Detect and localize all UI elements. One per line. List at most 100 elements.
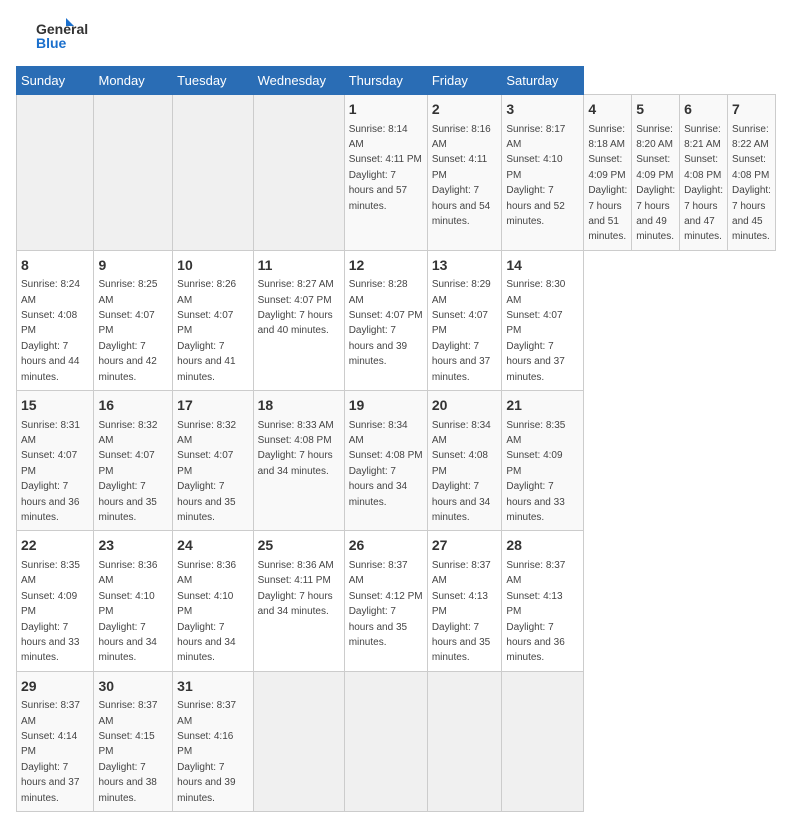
header-cell-friday: Friday [427,67,502,95]
day-number: 21 [506,396,579,416]
calendar-cell [344,671,427,811]
day-number: 24 [177,536,248,556]
day-detail: Sunrise: 8:21 AMSunset: 4:08 PMDaylight:… [684,124,723,243]
week-row-2: 15 Sunrise: 8:31 AMSunset: 4:07 PMDayligh… [17,391,776,531]
logo: General Blue [16,16,96,56]
day-number: 6 [684,100,723,120]
week-row-3: 22Sunrise: 8:35 AMSunset: 4:09 PMDayligh… [17,531,776,671]
calendar-cell: 7 Sunrise: 8:22 AMSunset: 4:08 PMDaylight… [728,95,776,251]
calendar-header: SundayMondayTuesdayWednesdayThursdayFrid… [17,67,776,95]
calendar-cell: 27Sunrise: 8:37 AMSunset: 4:13 PMDayligh… [427,531,502,671]
day-detail: Sunrise: 8:27 AMSunset: 4:07 PMDaylight:… [258,279,334,336]
header-cell-monday: Monday [94,67,173,95]
header-row: SundayMondayTuesdayWednesdayThursdayFrid… [17,67,776,95]
svg-text:Blue: Blue [36,35,67,51]
day-detail: Sunrise: 8:20 AMSunset: 4:09 PMDaylight:… [636,124,675,243]
day-number: 4 [588,100,627,120]
calendar-cell: 29 Sunrise: 8:37 AMSunset: 4:14 PMDayligh… [17,671,94,811]
calendar-cell: 22Sunrise: 8:35 AMSunset: 4:09 PMDayligh… [17,531,94,671]
calendar-cell [253,671,344,811]
calendar-cell [253,95,344,251]
day-number: 25 [258,536,340,556]
day-detail: Sunrise: 8:14 AMSunset: 4:11 PMDaylight:… [349,124,422,212]
day-detail: Sunrise: 8:36 AMSunset: 4:11 PMDaylight:… [258,560,334,617]
day-number: 18 [258,396,340,416]
day-number: 19 [349,396,423,416]
calendar-cell: 2Sunrise: 8:16 AMSunset: 4:11 PMDaylight… [427,95,502,251]
header-cell-wednesday: Wednesday [253,67,344,95]
calendar-cell: 17 Sunrise: 8:32 AMSunset: 4:07 PMDayligh… [173,391,253,531]
day-number: 22 [21,536,89,556]
day-detail: Sunrise: 8:22 AMSunset: 4:08 PMDaylight:… [732,124,771,243]
day-number: 29 [21,677,89,697]
calendar-cell [94,95,173,251]
day-detail: Sunrise: 8:25 AMSunset: 4:07 PMDaylight:… [98,279,157,382]
day-number: 12 [349,256,423,276]
calendar-cell: 19 Sunrise: 8:34 AMSunset: 4:08 PMDayligh… [344,391,427,531]
calendar-cell: 13 Sunrise: 8:29 AMSunset: 4:07 PMDayligh… [427,250,502,390]
header-cell-tuesday: Tuesday [173,67,253,95]
day-number: 8 [21,256,89,276]
calendar-cell: 6 Sunrise: 8:21 AMSunset: 4:08 PMDaylight… [680,95,728,251]
calendar-cell: 20Sunrise: 8:34 AMSunset: 4:08 PMDayligh… [427,391,502,531]
day-detail: Sunrise: 8:37 AMSunset: 4:15 PMDaylight:… [98,700,157,803]
day-number: 27 [432,536,498,556]
calendar-cell: 15 Sunrise: 8:31 AMSunset: 4:07 PMDayligh… [17,391,94,531]
day-detail: Sunrise: 8:26 AMSunset: 4:07 PMDaylight:… [177,279,236,382]
day-number: 9 [98,256,168,276]
day-detail: Sunrise: 8:32 AMSunset: 4:07 PMDaylight:… [177,420,236,523]
day-number: 13 [432,256,498,276]
page-header: General Blue [16,16,776,56]
calendar-body: 1 Sunrise: 8:14 AMSunset: 4:11 PMDaylight… [17,95,776,812]
week-row-0: 1 Sunrise: 8:14 AMSunset: 4:11 PMDaylight… [17,95,776,251]
day-detail: Sunrise: 8:28 AMSunset: 4:07 PMDaylight:… [349,279,423,367]
day-detail: Sunrise: 8:37 AMSunset: 4:14 PMDaylight:… [21,700,80,803]
logo-icon: General Blue [16,16,96,56]
calendar-cell [17,95,94,251]
calendar-cell: 3Sunrise: 8:17 AMSunset: 4:10 PMDaylight… [502,95,584,251]
day-number: 17 [177,396,248,416]
day-detail: Sunrise: 8:18 AMSunset: 4:09 PMDaylight:… [588,124,627,243]
day-detail: Sunrise: 8:29 AMSunset: 4:07 PMDaylight:… [432,279,491,382]
day-number: 23 [98,536,168,556]
day-number: 5 [636,100,675,120]
calendar-cell [427,671,502,811]
calendar-table: SundayMondayTuesdayWednesdayThursdayFrid… [16,66,776,812]
day-detail: Sunrise: 8:30 AMSunset: 4:07 PMDaylight:… [506,279,565,382]
day-detail: Sunrise: 8:37 AMSunset: 4:12 PMDaylight:… [349,560,423,648]
calendar-cell: 16 Sunrise: 8:32 AMSunset: 4:07 PMDayligh… [94,391,173,531]
day-number: 31 [177,677,248,697]
calendar-cell: 18Sunrise: 8:33 AMSunset: 4:08 PMDayligh… [253,391,344,531]
day-detail: Sunrise: 8:35 AMSunset: 4:09 PMDaylight:… [506,420,565,523]
day-number: 3 [506,100,579,120]
calendar-cell [173,95,253,251]
calendar-cell: 24Sunrise: 8:36 AMSunset: 4:10 PMDayligh… [173,531,253,671]
calendar-cell: 26Sunrise: 8:37 AMSunset: 4:12 PMDayligh… [344,531,427,671]
header-cell-sunday: Sunday [17,67,94,95]
calendar-cell: 28Sunrise: 8:37 AMSunset: 4:13 PMDayligh… [502,531,584,671]
calendar-cell: 12 Sunrise: 8:28 AMSunset: 4:07 PMDayligh… [344,250,427,390]
calendar-cell: 9 Sunrise: 8:25 AMSunset: 4:07 PMDaylight… [94,250,173,390]
calendar-cell: 8 Sunrise: 8:24 AMSunset: 4:08 PMDaylight… [17,250,94,390]
day-number: 15 [21,396,89,416]
day-detail: Sunrise: 8:24 AMSunset: 4:08 PMDaylight:… [21,279,80,382]
week-row-4: 29 Sunrise: 8:37 AMSunset: 4:14 PMDayligh… [17,671,776,811]
day-number: 16 [98,396,168,416]
calendar-cell: 14 Sunrise: 8:30 AMSunset: 4:07 PMDayligh… [502,250,584,390]
day-number: 7 [732,100,771,120]
calendar-cell: 21 Sunrise: 8:35 AMSunset: 4:09 PMDayligh… [502,391,584,531]
day-detail: Sunrise: 8:37 AMSunset: 4:16 PMDaylight:… [177,700,236,803]
calendar-cell: 23Sunrise: 8:36 AMSunset: 4:10 PMDayligh… [94,531,173,671]
calendar-cell: 30Sunrise: 8:37 AMSunset: 4:15 PMDayligh… [94,671,173,811]
header-cell-saturday: Saturday [502,67,584,95]
day-number: 20 [432,396,498,416]
day-number: 1 [349,100,423,120]
day-detail: Sunrise: 8:34 AMSunset: 4:08 PMDaylight:… [349,420,423,508]
day-detail: Sunrise: 8:31 AMSunset: 4:07 PMDaylight:… [21,420,80,523]
calendar-cell [502,671,584,811]
day-number: 14 [506,256,579,276]
day-detail: Sunrise: 8:16 AMSunset: 4:11 PMDaylight:… [432,124,491,227]
calendar-cell: 4 Sunrise: 8:18 AMSunset: 4:09 PMDaylight… [584,95,632,251]
day-number: 10 [177,256,248,276]
day-detail: Sunrise: 8:32 AMSunset: 4:07 PMDaylight:… [98,420,157,523]
